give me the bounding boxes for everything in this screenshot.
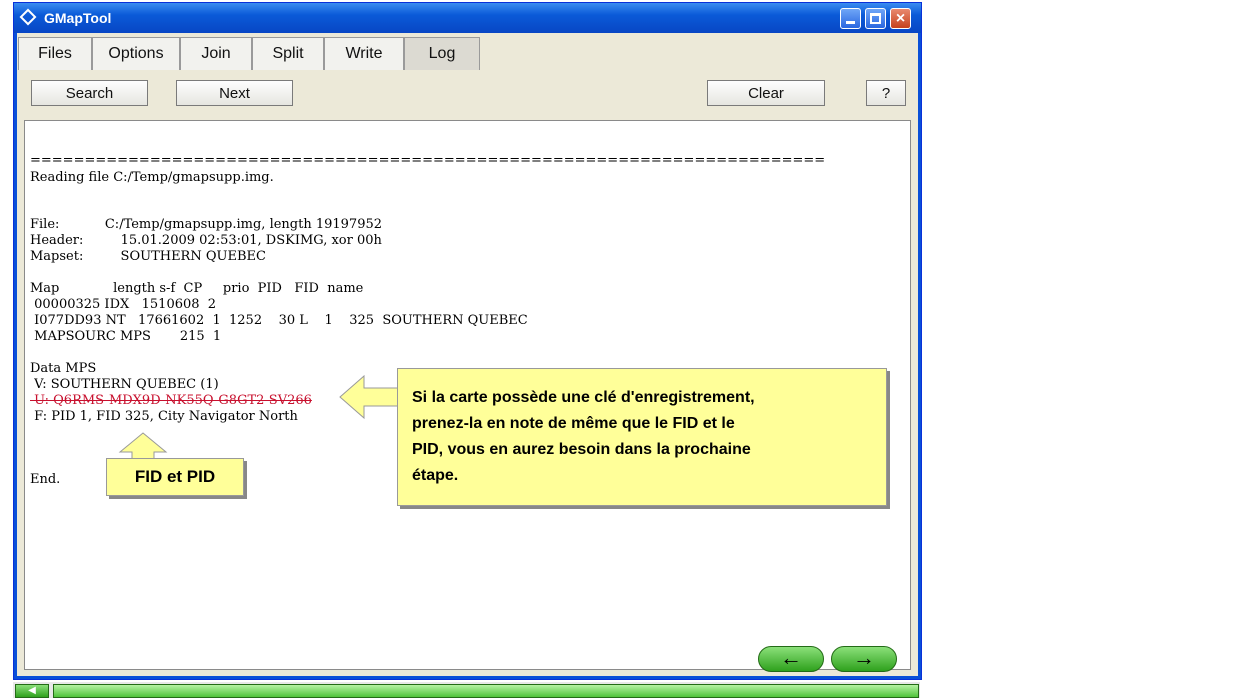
log-line: Header: 15.01.2009 02:53:01, DSKIMG, xor… xyxy=(30,233,382,248)
log-line: I077DD93 NT 17661602 1 1252 30 L 1 325 S… xyxy=(30,313,528,328)
callout-line: prenez-la en note de même que le FID et … xyxy=(412,415,735,432)
log-line: V: SOUTHERN QUEBEC (1) xyxy=(30,377,219,392)
tab-log[interactable]: Log xyxy=(404,37,480,70)
registration-key-callout: Si la carte possède une clé d'enregistre… xyxy=(397,368,887,506)
tab-join[interactable]: Join xyxy=(180,37,252,70)
tab-bar: Files Options Join Split Write Log xyxy=(18,37,480,71)
forward-arrow-icon: → xyxy=(853,645,875,670)
tab-write[interactable]: Write xyxy=(324,37,404,70)
log-line: Mapset: SOUTHERN QUEBEC xyxy=(30,249,266,264)
window-title: GMapTool xyxy=(44,10,112,26)
registration-key-line: U: Q6RMS-MDX9D-NK55Q-G8GT2-SV266 xyxy=(30,393,312,408)
log-line: ========================================… xyxy=(30,153,826,168)
close-button[interactable]: × xyxy=(890,8,911,29)
forward-button[interactable]: → xyxy=(831,646,897,672)
tab-options[interactable]: Options xyxy=(92,37,180,70)
callout-line: étape. xyxy=(412,467,459,484)
callout-line: PID, vous en aurez besoin dans la procha… xyxy=(412,441,751,458)
search-button[interactable]: Search xyxy=(31,80,148,106)
log-line: 00000325 IDX 1510608 2 xyxy=(30,297,217,312)
log-line: F: PID 1, FID 325, City Navigator North xyxy=(30,409,298,424)
scroll-track[interactable] xyxy=(53,684,919,698)
log-line: File: C:/Temp/gmapsupp.img, length 19197… xyxy=(30,217,383,232)
fid-pid-callout: FID et PID xyxy=(106,458,244,496)
minimize-button[interactable] xyxy=(840,8,861,29)
back-button[interactable]: ← xyxy=(758,646,824,672)
maximize-icon xyxy=(870,13,881,24)
next-button[interactable]: Next xyxy=(176,80,293,106)
log-line: End. xyxy=(30,472,61,487)
help-button[interactable]: ? xyxy=(866,80,906,106)
title-bar[interactable]: GMapTool × xyxy=(14,3,921,33)
callout-line: Si la carte possède une clé d'enregistre… xyxy=(412,389,755,406)
maximize-button[interactable] xyxy=(865,8,886,29)
tab-split[interactable]: Split xyxy=(252,37,324,70)
log-line: MAPSOURC MPS 215 1 xyxy=(30,329,222,344)
clear-button[interactable]: Clear xyxy=(707,80,825,106)
back-arrow-icon: ← xyxy=(780,645,802,670)
bottom-scrollbar[interactable]: ◀ xyxy=(13,682,920,698)
close-icon: × xyxy=(895,10,906,27)
tab-files[interactable]: Files xyxy=(18,37,92,70)
log-line: Map length s-f CP prio PID FID name xyxy=(30,281,364,296)
log-line: Reading file C:/Temp/gmapsupp.img. xyxy=(30,170,274,185)
app-diamond-icon xyxy=(19,8,37,26)
scroll-left-button[interactable]: ◀ xyxy=(15,684,49,698)
minimize-icon xyxy=(846,21,855,24)
log-line: Data MPS xyxy=(30,361,97,376)
